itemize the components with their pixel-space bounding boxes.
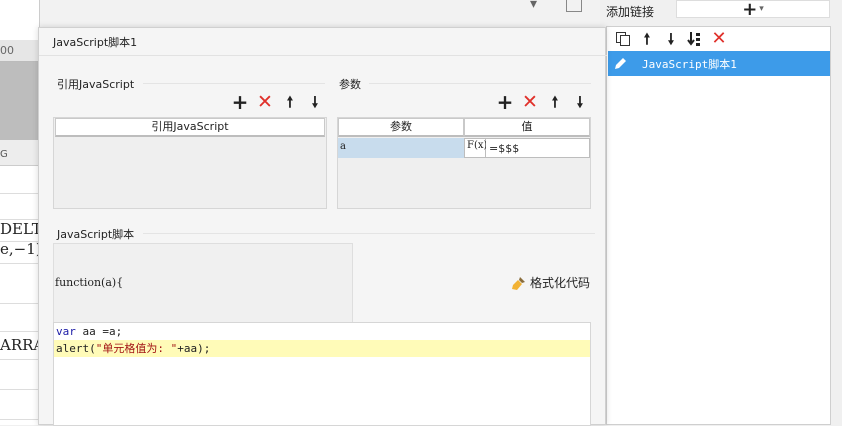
params-toolbar: + ✕ 🠕 🠗 (494, 92, 591, 112)
copy-icon (616, 32, 630, 46)
link-panel-header: 添加链接 + ▾ (600, 0, 842, 22)
background-top-bar: ▾ (0, 0, 600, 28)
sheet-cell: ARRAY (0, 336, 39, 360)
code-keyword: var (56, 325, 76, 338)
close-icon: ✕ (257, 90, 273, 113)
column-header: G (0, 140, 39, 166)
imports-label: 引用JavaScript (57, 78, 135, 91)
sheet-cell (0, 304, 39, 332)
imports-toolbar: + ✕ 🠕 🠗 (229, 92, 326, 112)
delete-import-button[interactable]: ✕ (254, 92, 276, 112)
function-signature: function(a){ (55, 276, 124, 289)
move-param-up-button[interactable]: 🠕 (544, 92, 566, 112)
divider (39, 55, 607, 56)
format-code-button[interactable]: 格式化代码 (511, 274, 590, 291)
script-label: JavaScript脚本 (57, 228, 135, 241)
edit-icon (608, 57, 632, 71)
filter-dropdown-icon[interactable]: ▾ (530, 0, 537, 12)
arrow-up-icon: 🠕 (643, 29, 651, 48)
move-up-button[interactable]: 🠕 (635, 28, 659, 50)
move-param-down-button[interactable]: 🠗 (569, 92, 591, 112)
divider (369, 83, 591, 84)
sheet-cell (0, 166, 39, 194)
sort-down-icon (687, 32, 700, 46)
move-import-down-button[interactable]: 🠗 (304, 92, 326, 112)
arrow-down-icon: 🠗 (667, 29, 675, 48)
param-value-input[interactable]: =$$$ (486, 138, 590, 158)
code-text: alert( (56, 342, 96, 355)
plus-icon: + (496, 90, 514, 114)
move-bottom-button[interactable] (683, 28, 707, 50)
divider (143, 83, 325, 84)
link-item-label: JavaScript脚本1 (642, 57, 737, 71)
plus-icon: + (231, 90, 249, 114)
delete-link-button[interactable]: ✕ (707, 28, 731, 50)
brush-icon (512, 276, 525, 290)
code-text: aa =a; (75, 325, 123, 338)
move-down-button[interactable]: 🠗 (659, 28, 683, 50)
sheet-cell: DELTA (0, 218, 39, 242)
background-sheet: 00 G DELTA e,−1) ARRAY (0, 0, 40, 425)
param-name-cell[interactable]: a (338, 138, 464, 158)
frame-icon[interactable] (566, 0, 582, 12)
sheet-cell (0, 194, 39, 220)
code-line-highlighted: alert("单元格值为: "+aa); (54, 340, 590, 357)
sheet-cell (0, 360, 39, 390)
params-label: 参数 (339, 78, 361, 91)
params-table: 参数 值 a F(x) =$$$ (337, 117, 591, 209)
delete-param-button[interactable]: ✕ (519, 92, 541, 112)
arrow-up-icon: 🠕 (286, 92, 294, 111)
link-item-selected[interactable]: JavaScript脚本1 (608, 51, 830, 76)
formula-button[interactable]: F(x) (464, 138, 487, 158)
chevron-down-icon: ▾ (759, 4, 764, 14)
ruler: 00 (0, 40, 39, 62)
add-link-dropdown[interactable]: + ▾ (676, 0, 830, 20)
copy-button[interactable] (611, 28, 635, 50)
code-string: "单元格值为: " (95, 342, 178, 355)
link-toolbar: 🠕 🠗 ✕ (611, 28, 731, 50)
close-icon: ✕ (522, 90, 538, 113)
link-list-panel: 🠕 🠗 ✕ JavaScript脚本1 (606, 26, 831, 425)
javascript-dialog: JavaScript脚本1 引用JavaScript + ✕ 🠕 🠗 引用Jav… (38, 27, 607, 426)
sheet-cell (0, 276, 39, 304)
add-param-button[interactable]: + (494, 92, 516, 112)
code-line: var aa =a; (54, 323, 590, 340)
code-editor[interactable]: var aa =a; alert("单元格值为: "+aa); (53, 322, 591, 426)
add-import-button[interactable]: + (229, 92, 251, 112)
signature-box: function(a){ (53, 243, 353, 323)
sheet-cell (0, 390, 39, 420)
move-import-up-button[interactable]: 🠕 (279, 92, 301, 112)
sheet-cell: e,−1) (0, 240, 39, 264)
dialog-title: JavaScript脚本1 (53, 36, 138, 49)
imports-table[interactable]: 引用JavaScript (53, 117, 327, 209)
arrow-up-icon: 🠕 (551, 92, 559, 111)
add-link-label: 添加链接 (606, 5, 655, 19)
param-name-header: 参数 (338, 118, 464, 137)
close-icon: ✕ (711, 28, 727, 49)
format-code-label: 格式化代码 (530, 276, 591, 290)
plus-icon: + (742, 0, 758, 20)
arrow-down-icon: 🠗 (311, 92, 319, 111)
table-row: a F(x) =$$$ (338, 138, 590, 158)
sheet-gray-area (0, 62, 39, 140)
imports-column-header: 引用JavaScript (55, 118, 325, 137)
divider (143, 233, 595, 234)
code-text: +aa); (177, 342, 211, 355)
arrow-down-icon: 🠗 (576, 92, 584, 111)
param-value-header: 值 (464, 118, 590, 137)
params-header-row: 参数 值 (338, 118, 590, 137)
